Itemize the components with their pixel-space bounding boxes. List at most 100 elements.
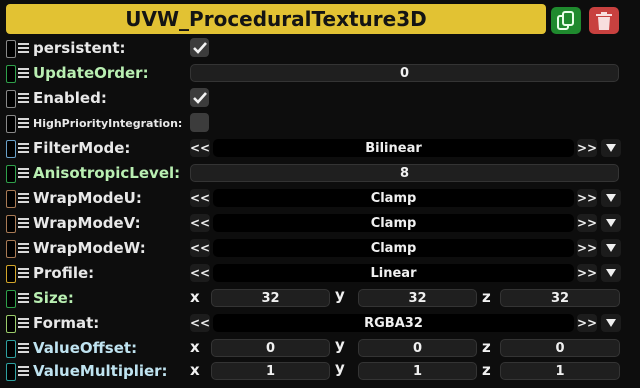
chevron-down-icon: [606, 244, 616, 252]
prop-update-order: UpdateOrder: 0: [0, 62, 640, 84]
chevron-down-icon: [606, 194, 616, 202]
prop-wrap-mode-u: WrapModeU: << Clamp >>: [0, 187, 640, 209]
next-option-button[interactable]: >>: [577, 264, 597, 282]
delete-button[interactable]: [589, 7, 619, 34]
menu-icon[interactable]: [18, 264, 29, 282]
drag-handle[interactable]: [6, 190, 16, 208]
size-y-field[interactable]: 32: [358, 289, 477, 307]
duplicate-button[interactable]: [551, 7, 581, 34]
prop-value-offset: ValueOffset: x 0 y 0 z 0: [0, 336, 640, 359]
menu-icon[interactable]: [18, 39, 29, 57]
copy-icon: [557, 10, 574, 30]
prev-option-button[interactable]: <<: [190, 314, 210, 332]
prop-profile: Profile: << Linear >>: [0, 262, 640, 284]
prev-option-button[interactable]: <<: [190, 189, 210, 207]
prop-wrap-mode-w: WrapModeW: << Clamp >>: [0, 237, 640, 259]
prev-option-button[interactable]: <<: [190, 214, 210, 232]
dropdown-button[interactable]: [601, 189, 621, 207]
prop-filter-mode: FilterMode: << Bilinear >>: [0, 137, 640, 159]
menu-icon[interactable]: [18, 89, 29, 107]
prop-label: UpdateOrder:: [33, 64, 149, 82]
checkmark-icon: [192, 41, 207, 54]
prop-size: Size: x 32 y 32 z 32: [0, 286, 640, 309]
menu-icon[interactable]: [18, 339, 29, 357]
menu-icon[interactable]: [18, 139, 29, 157]
next-option-button[interactable]: >>: [577, 314, 597, 332]
axis-z-label: z: [482, 338, 491, 356]
axis-z-label: z: [482, 288, 491, 306]
prop-enabled: Enabled:: [0, 87, 640, 109]
menu-icon[interactable]: [18, 64, 29, 82]
menu-icon[interactable]: [18, 239, 29, 257]
component-title: UVW_ProceduralTexture3D: [125, 7, 427, 31]
menu-icon[interactable]: [18, 164, 29, 182]
menu-icon[interactable]: [18, 214, 29, 232]
prop-anisotropic-level: AnisotropicLevel: 8: [0, 162, 640, 184]
dropdown-button[interactable]: [601, 314, 621, 332]
prop-label: ValueMultiplier:: [33, 362, 168, 380]
next-option-button[interactable]: >>: [577, 139, 597, 157]
next-option-button[interactable]: >>: [577, 239, 597, 257]
trash-icon: [596, 11, 612, 30]
menu-icon[interactable]: [18, 114, 29, 132]
prop-format: Format: << RGBA32 >>: [0, 312, 640, 334]
drag-handle[interactable]: [6, 340, 16, 358]
drag-handle[interactable]: [6, 40, 16, 58]
chevron-down-icon: [606, 269, 616, 277]
next-option-button[interactable]: >>: [577, 189, 597, 207]
prop-label: Format:: [33, 314, 100, 332]
dropdown-button[interactable]: [601, 239, 621, 257]
anisotropic-level-field[interactable]: 8: [190, 164, 619, 182]
prop-label: FilterMode:: [33, 139, 131, 157]
menu-icon[interactable]: [18, 314, 29, 332]
prop-persistent: persistent:: [0, 37, 640, 59]
prop-label: ValueOffset:: [33, 339, 138, 357]
next-option-button[interactable]: >>: [577, 214, 597, 232]
enabled-checkbox[interactable]: [190, 88, 209, 107]
drag-handle[interactable]: [6, 140, 16, 158]
menu-icon[interactable]: [18, 289, 29, 307]
format-value[interactable]: RGBA32: [213, 314, 574, 332]
drag-handle[interactable]: [6, 240, 16, 258]
value-multiplier-y-field[interactable]: 1: [358, 362, 477, 380]
value-offset-z-field[interactable]: 0: [500, 339, 620, 357]
value-offset-y-field[interactable]: 0: [358, 339, 477, 357]
drag-handle[interactable]: [6, 215, 16, 233]
prop-wrap-mode-v: WrapModeV: << Clamp >>: [0, 212, 640, 234]
axis-x-label: x: [190, 361, 200, 379]
drag-handle[interactable]: [6, 65, 16, 83]
drag-handle[interactable]: [6, 165, 16, 183]
drag-handle[interactable]: [6, 90, 16, 108]
value-offset-x-field[interactable]: 0: [211, 339, 330, 357]
drag-handle[interactable]: [6, 363, 16, 381]
size-x-field[interactable]: 32: [211, 289, 330, 307]
dropdown-button[interactable]: [601, 139, 621, 157]
prev-option-button[interactable]: <<: [190, 139, 210, 157]
dropdown-button[interactable]: [601, 264, 621, 282]
value-multiplier-x-field[interactable]: 1: [211, 362, 330, 380]
drag-handle[interactable]: [6, 315, 16, 333]
wrap-mode-v-value[interactable]: Clamp: [213, 214, 574, 232]
wrap-mode-w-value[interactable]: Clamp: [213, 239, 574, 257]
value-multiplier-z-field[interactable]: 1: [500, 362, 620, 380]
menu-icon[interactable]: [18, 189, 29, 207]
profile-value[interactable]: Linear: [213, 264, 574, 282]
dropdown-button[interactable]: [601, 214, 621, 232]
prop-label: HighPriorityIntegration:: [33, 117, 183, 130]
filter-mode-value[interactable]: Bilinear: [213, 139, 574, 157]
prev-option-button[interactable]: <<: [190, 239, 210, 257]
menu-icon[interactable]: [18, 362, 29, 380]
prop-label: persistent:: [33, 39, 126, 57]
drag-handle[interactable]: [6, 290, 16, 308]
prop-label: Enabled:: [33, 89, 107, 107]
axis-y-label: y: [335, 359, 345, 377]
wrap-mode-u-value[interactable]: Clamp: [213, 189, 574, 207]
prev-option-button[interactable]: <<: [190, 264, 210, 282]
high-priority-integration-checkbox[interactable]: [190, 113, 209, 132]
drag-handle[interactable]: [6, 265, 16, 283]
persistent-checkbox[interactable]: [190, 38, 209, 57]
size-z-field[interactable]: 32: [500, 289, 620, 307]
drag-handle[interactable]: [6, 115, 16, 133]
update-order-field[interactable]: 0: [190, 64, 619, 82]
axis-y-label: y: [335, 286, 345, 304]
